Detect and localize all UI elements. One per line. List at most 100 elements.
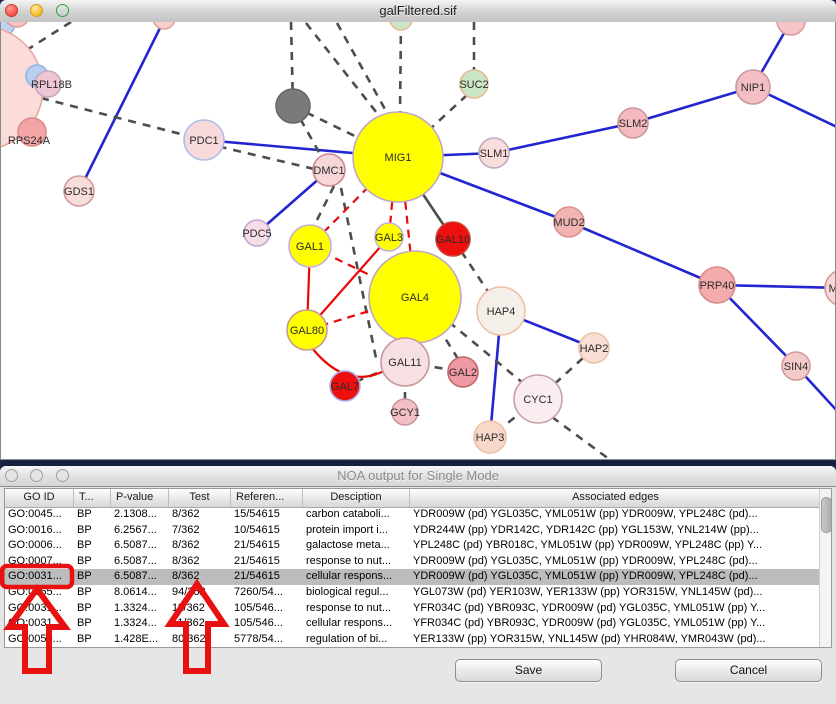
column-header-test[interactable]: Test <box>169 489 231 507</box>
table-row[interactable]: GO:0006...BP6.5087...8/36221/54615galact… <box>5 538 819 554</box>
table-row[interactable]: GO:0065...BP8.0614...94/3627260/54...bio… <box>5 585 819 601</box>
graph-node-label-MSL1: MSL1 <box>829 283 835 295</box>
table-cell-edges: YFR034C (pd) YBR093C, YDR009W (pd) YGL03… <box>410 616 821 632</box>
graph-node-label-GAL2: GAL2 <box>449 367 477 379</box>
table-body: GO:0045...BP2.1308...8/36215/54615carbon… <box>5 507 819 647</box>
zoom-button[interactable] <box>56 469 69 482</box>
graph-node-label-GAL4: GAL4 <box>401 292 429 304</box>
vertical-scrollbar[interactable] <box>819 489 831 647</box>
table-header-row: GO IDT...P-valueTestReferen...Desciption… <box>5 489 819 508</box>
graph-node-label-SUC2: SUC2 <box>459 79 488 91</box>
graph-node-label-GDS1: GDS1 <box>64 186 94 198</box>
graph-edge <box>313 186 334 228</box>
graph-node-label-GCY1: GCY1 <box>390 407 420 419</box>
table-cell-test: 8/362 <box>169 507 231 523</box>
table-cell-description: cellular respons... <box>303 616 410 632</box>
table-cell-type: BP <box>74 616 111 632</box>
column-header-edges[interactable]: Associated edges <box>410 489 821 507</box>
graph-node-label-MIG1: MIG1 <box>385 152 412 164</box>
table-cell-go_id: GO:0016... <box>5 523 74 539</box>
column-header-go_id[interactable]: GO ID <box>5 489 74 507</box>
table-cell-test: 80/362 <box>169 632 231 648</box>
table-cell-type: BP <box>74 585 111 601</box>
table-cell-go_id: GO:0031... <box>5 601 74 617</box>
column-header-p_value[interactable]: P-value <box>111 489 169 507</box>
graph-node-label-GAL7: GAL7 <box>331 381 359 393</box>
graph-edge <box>633 87 753 123</box>
table-cell-go_id: GO:0045... <box>5 507 74 523</box>
column-header-description[interactable]: Desciption <box>303 489 410 507</box>
zoom-button[interactable] <box>56 4 69 17</box>
table-cell-p_value: 2.1308... <box>111 507 169 523</box>
table-cell-go_id: GO:0031... <box>5 569 74 585</box>
table-row[interactable]: GO:0045...BP2.1308...8/36215/54615carbon… <box>5 507 819 523</box>
table-row[interactable]: GO:0031...BP6.5087...8/36221/54615cellul… <box>5 569 819 585</box>
graph-node-label-DMC1: DMC1 <box>313 165 344 177</box>
graph-node-cut-top-green[interactable] <box>390 22 412 30</box>
table-cell-edges: YDR009W (pd) YGL035C, YML051W (pp) YDR00… <box>410 569 821 585</box>
table-cell-type: BP <box>74 601 111 617</box>
graph-node-gray-node[interactable] <box>276 89 310 123</box>
table-cell-edges: YDR009W (pd) YGL035C, YML051W (pp) YDR00… <box>410 507 821 523</box>
table-cell-edges: YGL073W (pd) YER103W, YER133W (pp) YOR31… <box>410 585 821 601</box>
graph-node-label-MUD2: MUD2 <box>553 217 584 229</box>
cancel-button[interactable]: Cancel <box>675 659 822 682</box>
window-controls <box>5 469 77 483</box>
graph-window-titlebar: galFiltered.sif <box>0 0 836 23</box>
table-cell-test: 94/362 <box>169 585 231 601</box>
table-cell-go_id: GO:0007... <box>5 554 74 570</box>
table-cell-description: response to nut... <box>303 601 410 617</box>
save-button[interactable]: Save <box>455 659 602 682</box>
table-cell-test: 7/362 <box>169 523 231 539</box>
graph-edge <box>569 222 717 285</box>
column-header-type[interactable]: T... <box>74 489 111 507</box>
graph-node-label-CYC1: CYC1 <box>523 394 552 406</box>
go-results-table: GO IDT...P-valueTestReferen...Desciption… <box>4 488 832 648</box>
table-row[interactable]: GO:0050...BP1.428E...80/3625778/54...reg… <box>5 632 819 648</box>
graph-edge <box>400 22 401 114</box>
close-button[interactable] <box>5 4 18 17</box>
table-cell-test: 11/362 <box>169 616 231 632</box>
table-cell-p_value: 1.3324... <box>111 601 169 617</box>
graph-node-cut-top-right[interactable] <box>777 22 805 35</box>
table-cell-go_id: GO:0065... <box>5 585 74 601</box>
graph-edge <box>429 95 467 130</box>
graph-edge <box>552 417 613 459</box>
graph-node-cut-top-pink2[interactable] <box>153 22 175 29</box>
minimize-button[interactable] <box>30 4 43 17</box>
table-cell-edges: YDR244W (pp) YDR142C, YDR142C (pp) YGL15… <box>410 523 821 539</box>
table-cell-description: cellular respons... <box>303 569 410 585</box>
graph-node-label-SIN4: SIN4 <box>784 361 808 373</box>
network-canvas[interactable]: RPL18BRPS24AGDS1PDC1DMC1MIG1SUC2SLM1SLM2… <box>0 22 836 460</box>
graph-node-label-SLM2: SLM2 <box>619 118 648 130</box>
table-cell-reference: 105/546... <box>231 616 303 632</box>
table-cell-edges: YER133W (pp) YOR315W, YNL145W (pd) YHR08… <box>410 632 821 648</box>
table-cell-description: protein import i... <box>303 523 410 539</box>
table-cell-p_value: 1.428E... <box>111 632 169 648</box>
table-cell-test: 8/362 <box>169 538 231 554</box>
table-row[interactable]: GO:0031...BP1.3324...11/362105/546...cel… <box>5 616 819 632</box>
table-cell-reference: 15/54615 <box>231 507 303 523</box>
graph-node-label-GAL3: GAL3 <box>375 232 403 244</box>
column-header-reference[interactable]: Referen... <box>231 489 303 507</box>
table-cell-p_value: 6.5087... <box>111 538 169 554</box>
table-cell-p_value: 6.2567... <box>111 523 169 539</box>
table-cell-edges: YFR034C (pd) YBR093C, YDR009W (pd) YGL03… <box>410 601 821 617</box>
table-row[interactable]: GO:0031...BP1.3324...11/362105/546...res… <box>5 601 819 617</box>
table-cell-edges: YDR009W (pd) YGL035C, YML051W (pp) YDR00… <box>410 554 821 570</box>
minimize-button[interactable] <box>30 469 43 482</box>
graph-node-label-GAL80: GAL80 <box>290 325 324 337</box>
graph-edge <box>494 123 633 153</box>
table-cell-test: 8/362 <box>169 569 231 585</box>
table-cell-reference: 21/54615 <box>231 554 303 570</box>
close-button[interactable] <box>5 469 18 482</box>
table-cell-reference: 7260/54... <box>231 585 303 601</box>
graph-node-label-PRP40: PRP40 <box>700 280 735 292</box>
table-cell-p_value: 8.0614... <box>111 585 169 601</box>
graph-node-label-RPL18B: RPL18B <box>31 79 72 91</box>
table-cell-test: 11/362 <box>169 601 231 617</box>
table-row[interactable]: GO:0007...BP6.5087...8/36221/54615respon… <box>5 554 819 570</box>
scrollbar-thumb[interactable] <box>821 497 832 533</box>
table-cell-description: galactose meta... <box>303 538 410 554</box>
table-row[interactable]: GO:0016...BP6.2567...7/36210/54615protei… <box>5 523 819 539</box>
